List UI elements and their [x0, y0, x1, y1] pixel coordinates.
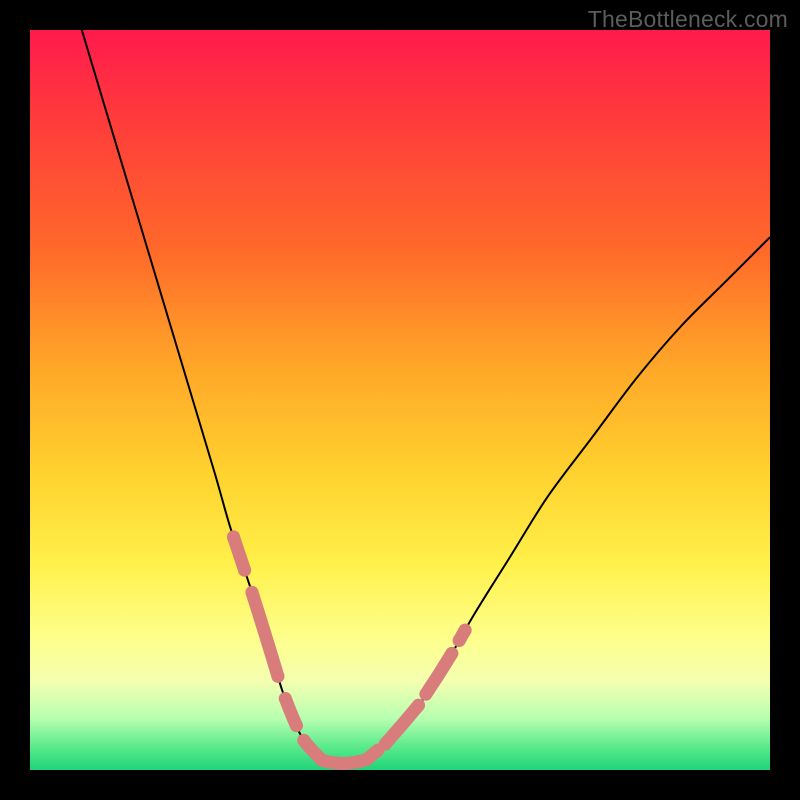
highlight-bead [412, 699, 425, 712]
chart-frame: TheBottleneck.com [0, 0, 800, 800]
highlight-bead [297, 734, 310, 747]
highlight-segment [426, 653, 452, 694]
highlight-beads [227, 530, 472, 766]
highlight-bead [246, 586, 259, 599]
highlight-bead [445, 647, 458, 660]
highlight-bead [238, 564, 251, 577]
highlight-bead [290, 719, 303, 732]
plot-area [30, 30, 770, 770]
highlight-bead [279, 692, 292, 705]
highlight-bead [316, 754, 329, 767]
highlight-bead [419, 688, 432, 701]
highlight-bead [271, 670, 284, 683]
highlight-segment [385, 705, 418, 744]
highlight-segment [252, 592, 278, 676]
curve-svg [30, 30, 770, 770]
highlight-bead [227, 530, 240, 543]
watermark-text: TheBottleneck.com [588, 6, 788, 33]
highlight-bead [360, 753, 373, 766]
highlight-bead [379, 738, 392, 751]
highlight-segment [322, 760, 366, 764]
highlight-bead [459, 624, 472, 637]
bottleneck-curve [82, 30, 770, 768]
